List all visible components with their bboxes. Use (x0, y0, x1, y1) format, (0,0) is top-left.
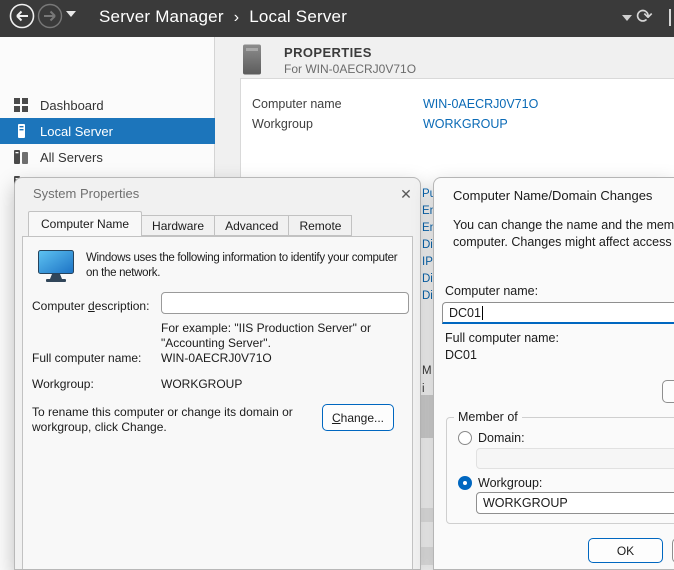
more-button[interactable] (662, 380, 674, 403)
computer-name-label: Computer name: (445, 284, 538, 298)
example-text-line1: For example: "IIS Production Server" or (161, 321, 371, 335)
truncated-value: IP (422, 256, 433, 268)
workgroup-input[interactable]: WORKGROUP (476, 492, 674, 514)
body-line2: computer. Changes might affect access to… (453, 234, 674, 251)
computer-monitor-icon (38, 250, 74, 283)
workgroup-radio[interactable] (458, 476, 472, 490)
refresh-icon[interactable]: ⟳ (636, 4, 653, 29)
computer-description-label: Computer description: (32, 299, 149, 313)
title-bar: Server Manager › Local Server ⟳ (0, 0, 674, 37)
sidebar-item-local-server[interactable]: Local Server (0, 118, 215, 144)
background-fragments: Pu En En Di IP Di Di M i (421, 177, 433, 570)
dialog-title: Computer Name/Domain Changes (453, 188, 652, 203)
close-icon[interactable]: ✕ (393, 183, 419, 205)
sidebar-item-all-servers[interactable]: All Servers (0, 144, 215, 170)
dialog-title: System Properties (33, 186, 139, 201)
computer-name-domain-changes-dialog: Computer Name/Domain Changes You can cha… (433, 177, 674, 570)
full-computer-name-label: Full computer name: (445, 331, 559, 345)
breadcrumb-separator-icon: › (234, 9, 240, 26)
tab-advanced[interactable]: Advanced (215, 215, 289, 236)
change-button[interactable]: Change... (322, 404, 394, 431)
intro-text-line1: Windows uses the following information t… (86, 251, 397, 266)
background-block (421, 508, 433, 522)
full-computer-name-value: WIN-0AECRJ0V71O (161, 351, 272, 365)
computer-name-input[interactable]: DC01 (442, 302, 674, 324)
sidebar-item-label: Dashboard (40, 98, 104, 113)
domain-radio[interactable] (458, 431, 472, 445)
dashboard-icon (13, 97, 29, 113)
notifications-flag-icon[interactable] (669, 9, 671, 26)
workgroup-radio-label[interactable]: Workgroup: (478, 476, 542, 490)
servers-icon (13, 149, 29, 165)
forward-arrow-icon (36, 2, 64, 30)
sidebar-item-label: Local Server (40, 124, 113, 139)
background-block (421, 395, 433, 438)
domain-input[interactable] (476, 448, 674, 469)
text-cursor (482, 306, 483, 320)
full-computer-name-value: DC01 (445, 348, 477, 362)
back-arrow-icon (8, 2, 36, 30)
system-properties-dialog: System Properties ✕ Computer Name Hardwa… (14, 177, 421, 570)
background-block (421, 547, 433, 565)
sidebar-item-label: All Servers (40, 150, 103, 165)
intro-text-line2: on the network. (86, 266, 160, 281)
tab-hardware[interactable]: Hardware (142, 215, 215, 236)
domain-radio-label[interactable]: Domain: (478, 431, 525, 445)
computer-description-input[interactable] (161, 292, 409, 314)
member-of-groupbox: Member of Domain: Workgroup: WORKGROUP (446, 417, 674, 524)
panel-subtitle: For WIN-0AECRJ0V71O (284, 62, 416, 76)
computer-name-link[interactable]: WIN-0AECRJ0V71O (423, 97, 538, 111)
truncated-value: Di (422, 290, 433, 302)
truncated-value: M (422, 365, 432, 377)
member-of-label: Member of (454, 410, 522, 424)
truncated-value: i (422, 383, 425, 395)
property-label: Computer name (252, 97, 342, 111)
dialog-body-text: You can change the name and the membersh… (453, 217, 674, 251)
forward-button[interactable] (36, 2, 64, 30)
sidebar-item-dashboard[interactable]: Dashboard (0, 92, 215, 118)
breadcrumb-current[interactable]: Local Server (249, 7, 347, 26)
breadcrumb-root[interactable]: Server Manager (99, 7, 224, 26)
breadcrumb: Server Manager › Local Server (99, 7, 347, 27)
truncated-value: Di (422, 273, 433, 285)
full-computer-name-label: Full computer name: (32, 351, 141, 365)
truncated-value: En (422, 222, 433, 234)
rename-hint-line1: To rename this computer or change its do… (32, 405, 293, 419)
toolbar-dropdown-caret-icon[interactable] (622, 15, 632, 21)
ok-button[interactable]: OK (588, 538, 663, 563)
truncated-value: En (422, 205, 433, 217)
computer-name-tab-page: Windows uses the following information t… (22, 236, 413, 570)
workgroup-value: WORKGROUP (161, 377, 242, 391)
truncated-value: Di (422, 239, 433, 251)
workgroup-label: Workgroup: (32, 377, 94, 391)
rename-hint-line2: workgroup, click Change. (32, 420, 167, 434)
nav-dropdown-caret-icon[interactable] (66, 11, 76, 17)
panel-title: PROPERTIES (284, 45, 372, 60)
example-text-line2: "Accounting Server". (161, 336, 271, 350)
body-line1: You can change the name and the membersh… (453, 217, 674, 234)
back-button[interactable] (8, 2, 36, 30)
tab-remote[interactable]: Remote (289, 215, 352, 236)
properties-server-icon (242, 44, 262, 75)
server-icon (13, 123, 29, 139)
workgroup-link[interactable]: WORKGROUP (423, 117, 508, 131)
property-label: Workgroup (252, 117, 313, 131)
tab-strip: Computer Name Hardware Advanced Remote (28, 213, 352, 236)
truncated-value: Pu (422, 188, 433, 200)
tab-computer-name[interactable]: Computer Name (28, 211, 142, 236)
server-manager-window: Server Manager›Local Server ⟳ Dashboard … (0, 0, 674, 570)
